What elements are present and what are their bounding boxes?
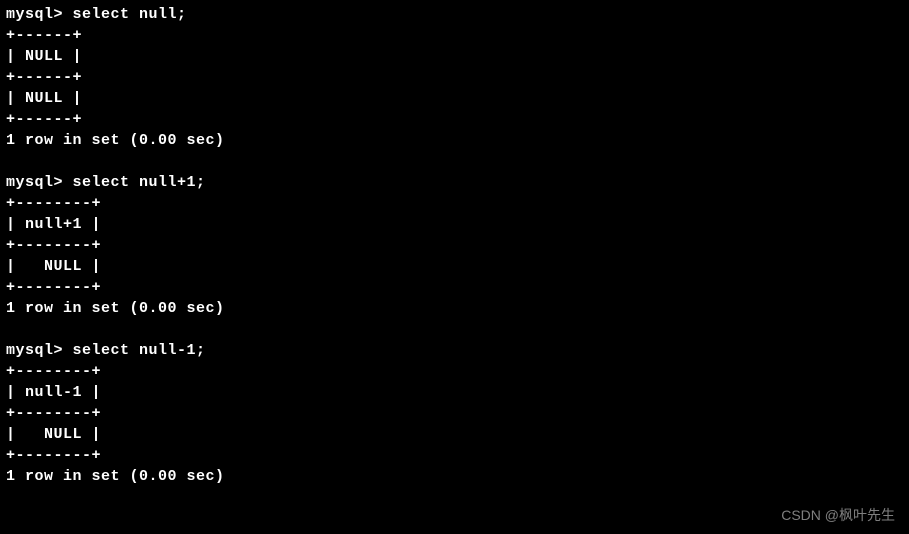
blank-line	[6, 319, 903, 340]
mysql-prompt: mysql>	[6, 342, 73, 359]
sql-command: select null+1;	[73, 174, 206, 191]
status-line: 1 row in set (0.00 sec)	[6, 130, 903, 151]
table-row: | NULL |	[6, 256, 903, 277]
mysql-prompt: mysql>	[6, 6, 73, 23]
prompt-line[interactable]: mysql> select null-1;	[6, 340, 903, 361]
prompt-line[interactable]: mysql> select null;	[6, 4, 903, 25]
table-row: | NULL |	[6, 88, 903, 109]
table-border: +--------+	[6, 445, 903, 466]
table-border: +--------+	[6, 277, 903, 298]
table-border: +--------+	[6, 235, 903, 256]
sql-command: select null-1;	[73, 342, 206, 359]
table-border: +--------+	[6, 361, 903, 382]
status-line: 1 row in set (0.00 sec)	[6, 466, 903, 487]
table-header: | null+1 |	[6, 214, 903, 235]
watermark-text: CSDN @枫叶先生	[781, 506, 895, 526]
table-header: | NULL |	[6, 46, 903, 67]
table-border: +------+	[6, 25, 903, 46]
status-line: 1 row in set (0.00 sec)	[6, 298, 903, 319]
table-border: +--------+	[6, 193, 903, 214]
table-row: | NULL |	[6, 424, 903, 445]
table-header: | null-1 |	[6, 382, 903, 403]
terminal-output: mysql> select null; +------+ | NULL | +-…	[6, 4, 903, 487]
prompt-line[interactable]: mysql> select null+1;	[6, 172, 903, 193]
sql-command: select null;	[73, 6, 187, 23]
table-border: +------+	[6, 109, 903, 130]
table-border: +------+	[6, 67, 903, 88]
mysql-prompt: mysql>	[6, 174, 73, 191]
blank-line	[6, 151, 903, 172]
table-border: +--------+	[6, 403, 903, 424]
